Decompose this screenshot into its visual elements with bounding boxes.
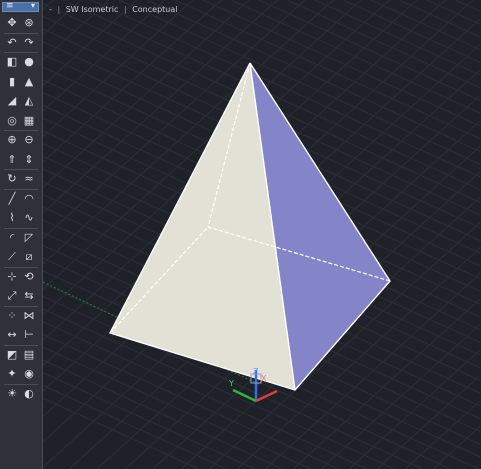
chamfer-icon[interactable]: ◸ xyxy=(22,231,36,244)
camera-icon[interactable]: ◉ xyxy=(22,368,36,380)
palette-separator xyxy=(4,266,38,268)
ucs-y-label: Y xyxy=(228,379,234,388)
polysolid-icon[interactable]: ▦ xyxy=(22,114,36,127)
presspull-icon[interactable]: ⇕ xyxy=(22,153,36,166)
palette-separator xyxy=(4,32,38,34)
viewport-separator: | xyxy=(123,5,127,14)
pyramid-icon[interactable]: ◭ xyxy=(22,95,36,107)
dropdown-arrow-icon: ▾ xyxy=(30,1,35,10)
section-icon[interactable]: ⧄ xyxy=(22,251,36,263)
palette-header-menu[interactable]: ≡ ▾ xyxy=(2,1,39,12)
tool-palette: ≡ ▾ ✥ ⊛ ↶ ↷ ◧ ● ▮ ▲ ◢ ◭ ◎ ▦ ⊕ ⊖ ⇑ ⇕ ↻ ≈ ╱ ◠ ⌇ ∿ ◜ ◸ ⟋ ⧄ ⊹ ⟲ ⤢ ⇆ ⁘ ⋈ ↔ ⊢ ◩ ▤… xyxy=(0,0,43,469)
material-icon[interactable]: ◐ xyxy=(22,387,36,400)
align-icon[interactable]: ⋈ xyxy=(22,309,36,322)
arc-icon[interactable]: ◠ xyxy=(22,192,36,205)
palette-separator xyxy=(4,52,38,53)
viewport-separator: | xyxy=(57,5,61,14)
cylinder-icon[interactable]: ▮ xyxy=(5,75,19,88)
sweep-icon[interactable]: ≈ xyxy=(22,173,36,185)
scale-icon[interactable]: ⤢ xyxy=(5,290,19,302)
palette-separator xyxy=(4,383,38,385)
model-space-canvas[interactable]: Z Y X xyxy=(43,0,481,469)
rotate-icon[interactable]: ⟲ xyxy=(22,270,36,283)
view-control-button[interactable]: SW Isometric xyxy=(66,3,119,17)
ucs-x-label: X xyxy=(261,374,267,383)
wedge-icon[interactable]: ◢ xyxy=(5,95,19,107)
orbit-icon[interactable]: ⊛ xyxy=(22,17,36,29)
torus-icon[interactable]: ◎ xyxy=(5,114,19,127)
redo-icon[interactable]: ↷ xyxy=(22,36,36,49)
subtract-icon[interactable]: ⊖ xyxy=(22,134,36,146)
palette-separator xyxy=(4,130,38,131)
mirror-icon[interactable]: ⇆ xyxy=(22,290,36,302)
cone-icon[interactable]: ▲ xyxy=(22,75,36,88)
palette-separator xyxy=(4,188,38,190)
union-icon[interactable]: ⊕ xyxy=(5,134,19,146)
box-icon[interactable]: ◧ xyxy=(5,56,19,68)
render-icon[interactable]: ☀ xyxy=(5,387,19,400)
revolve-icon[interactable]: ↻ xyxy=(5,173,19,185)
undo-icon[interactable]: ↶ xyxy=(5,36,19,49)
measure-icon[interactable]: ↔ xyxy=(5,329,19,341)
layer-icon[interactable]: ◩ xyxy=(5,348,19,361)
line-icon[interactable]: ╱ xyxy=(5,192,19,205)
ucs-z-label: Z xyxy=(253,367,259,376)
palette-separator xyxy=(4,227,38,229)
sphere-icon[interactable]: ● xyxy=(22,56,36,68)
menu-icon: ≡ xyxy=(6,1,14,11)
palette-separator xyxy=(4,169,38,170)
spline-icon[interactable]: ∿ xyxy=(22,212,36,224)
viewport[interactable]: Z Y X xyxy=(43,0,481,469)
viewport-controls: - | SW Isometric | Conceptual xyxy=(49,3,177,17)
pan-icon[interactable]: ✥ xyxy=(5,17,19,29)
extrude-icon[interactable]: ⇑ xyxy=(5,153,19,166)
array-icon[interactable]: ⁘ xyxy=(5,309,19,322)
fillet-icon[interactable]: ◜ xyxy=(5,231,19,244)
move-icon[interactable]: ⊹ xyxy=(5,270,19,283)
dimension-icon[interactable]: ⊢ xyxy=(22,329,36,341)
viewport-minus-button[interactable]: - xyxy=(49,3,52,17)
palette-separator xyxy=(4,344,38,346)
light-icon[interactable]: ✦ xyxy=(5,368,19,380)
visual-style-button[interactable]: Conceptual xyxy=(132,3,177,17)
properties-icon[interactable]: ▤ xyxy=(22,348,36,361)
polyline-icon[interactable]: ⌇ xyxy=(5,212,19,224)
palette-separator xyxy=(4,305,38,307)
slice-icon[interactable]: ⟋ xyxy=(5,251,19,263)
